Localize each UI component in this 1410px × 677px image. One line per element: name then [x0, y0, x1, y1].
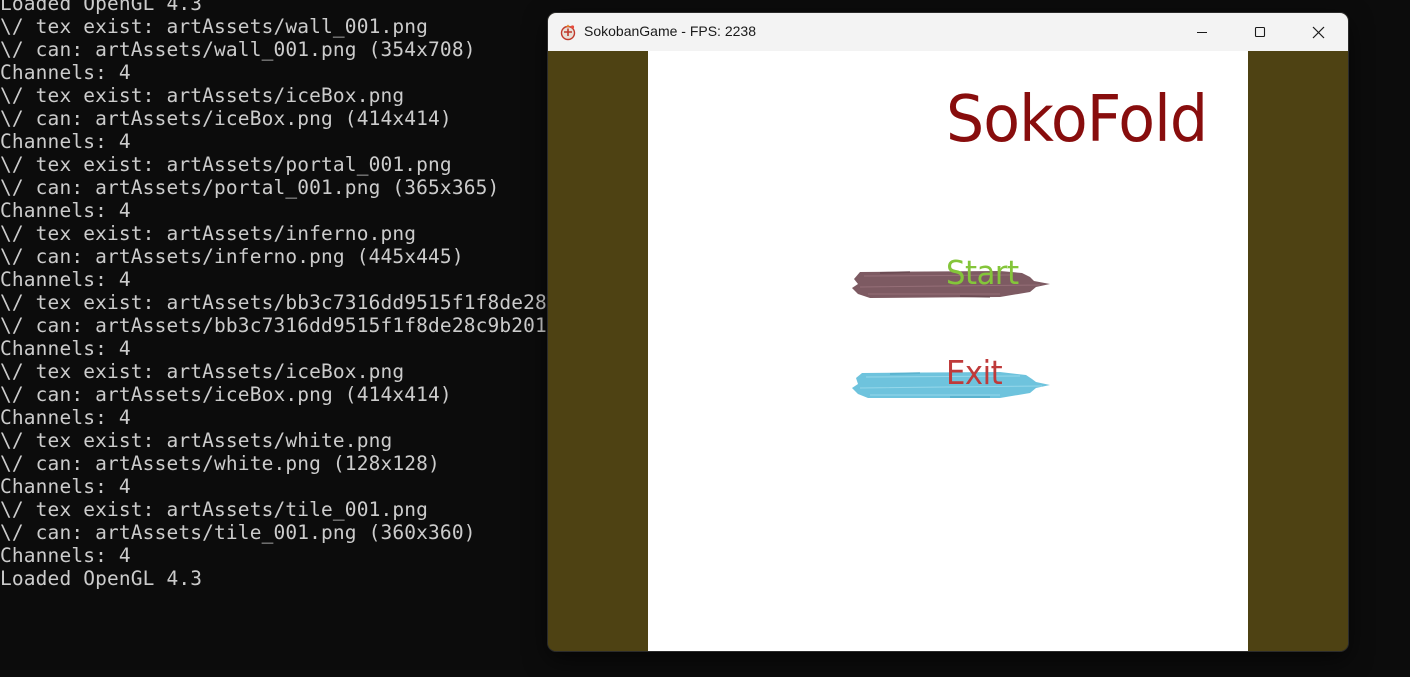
game-controller-icon	[560, 24, 576, 41]
game-canvas[interactable]: SokoFold Start Exit	[648, 51, 1248, 651]
minimize-icon	[1197, 32, 1207, 33]
close-icon	[1312, 26, 1324, 38]
start-button[interactable]: Start	[850, 253, 1052, 303]
exit-button-label: Exit	[946, 353, 1003, 392]
maximize-icon	[1254, 26, 1266, 38]
minimize-button[interactable]	[1173, 13, 1231, 51]
maximize-button[interactable]	[1231, 13, 1289, 51]
start-button-label: Start	[946, 253, 1019, 292]
close-button[interactable]	[1289, 13, 1347, 51]
game-viewport[interactable]: SokoFold Start Exit	[548, 51, 1348, 651]
exit-button[interactable]: Exit	[850, 353, 1052, 403]
title-bar[interactable]: SokobanGame - FPS: 2238	[548, 13, 1348, 51]
game-window[interactable]: SokobanGame - FPS: 2238 SokoFold Start E…	[548, 13, 1348, 651]
window-title: SokobanGame - FPS: 2238	[584, 23, 756, 39]
game-title: SokoFold	[946, 83, 1208, 157]
